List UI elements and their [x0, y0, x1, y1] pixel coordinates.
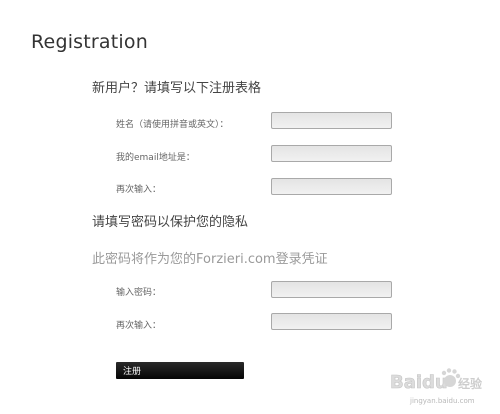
email-input[interactable]	[271, 145, 392, 162]
email-confirm-input[interactable]	[271, 178, 392, 195]
password-input[interactable]	[271, 281, 392, 298]
name-label: 姓名（请使用拼音或英文）：	[116, 120, 229, 130]
password-confirm-input[interactable]	[271, 313, 392, 330]
password-label: 输入密码：	[116, 288, 162, 298]
password-heading: 请填写密码以保护您的隐私	[92, 215, 249, 230]
watermark-url: jingyan.baidu.com	[409, 397, 475, 405]
watermark-brand: Baidu	[390, 372, 448, 393]
name-input[interactable]	[271, 112, 392, 129]
password-confirm-label: 再次输入：	[116, 321, 162, 331]
email-label: 我的email地址是：	[116, 153, 195, 163]
password-note: 此密码将作为您的Forzieri.com登录凭证	[92, 252, 328, 267]
new-user-heading: 新用户？请填写以下注册表格	[92, 81, 262, 96]
register-button[interactable]: 注册	[116, 362, 244, 379]
email-confirm-label: 再次输入：	[116, 185, 162, 195]
baidu-paw-logo-icon: Baidu 经验 jingyan.baidu.com	[390, 368, 482, 405]
baidu-jingyan-watermark: Baidu 经验 jingyan.baidu.com	[390, 366, 486, 406]
watermark-text-cn: 经验	[458, 376, 482, 391]
page-title: Registration	[31, 31, 148, 53]
